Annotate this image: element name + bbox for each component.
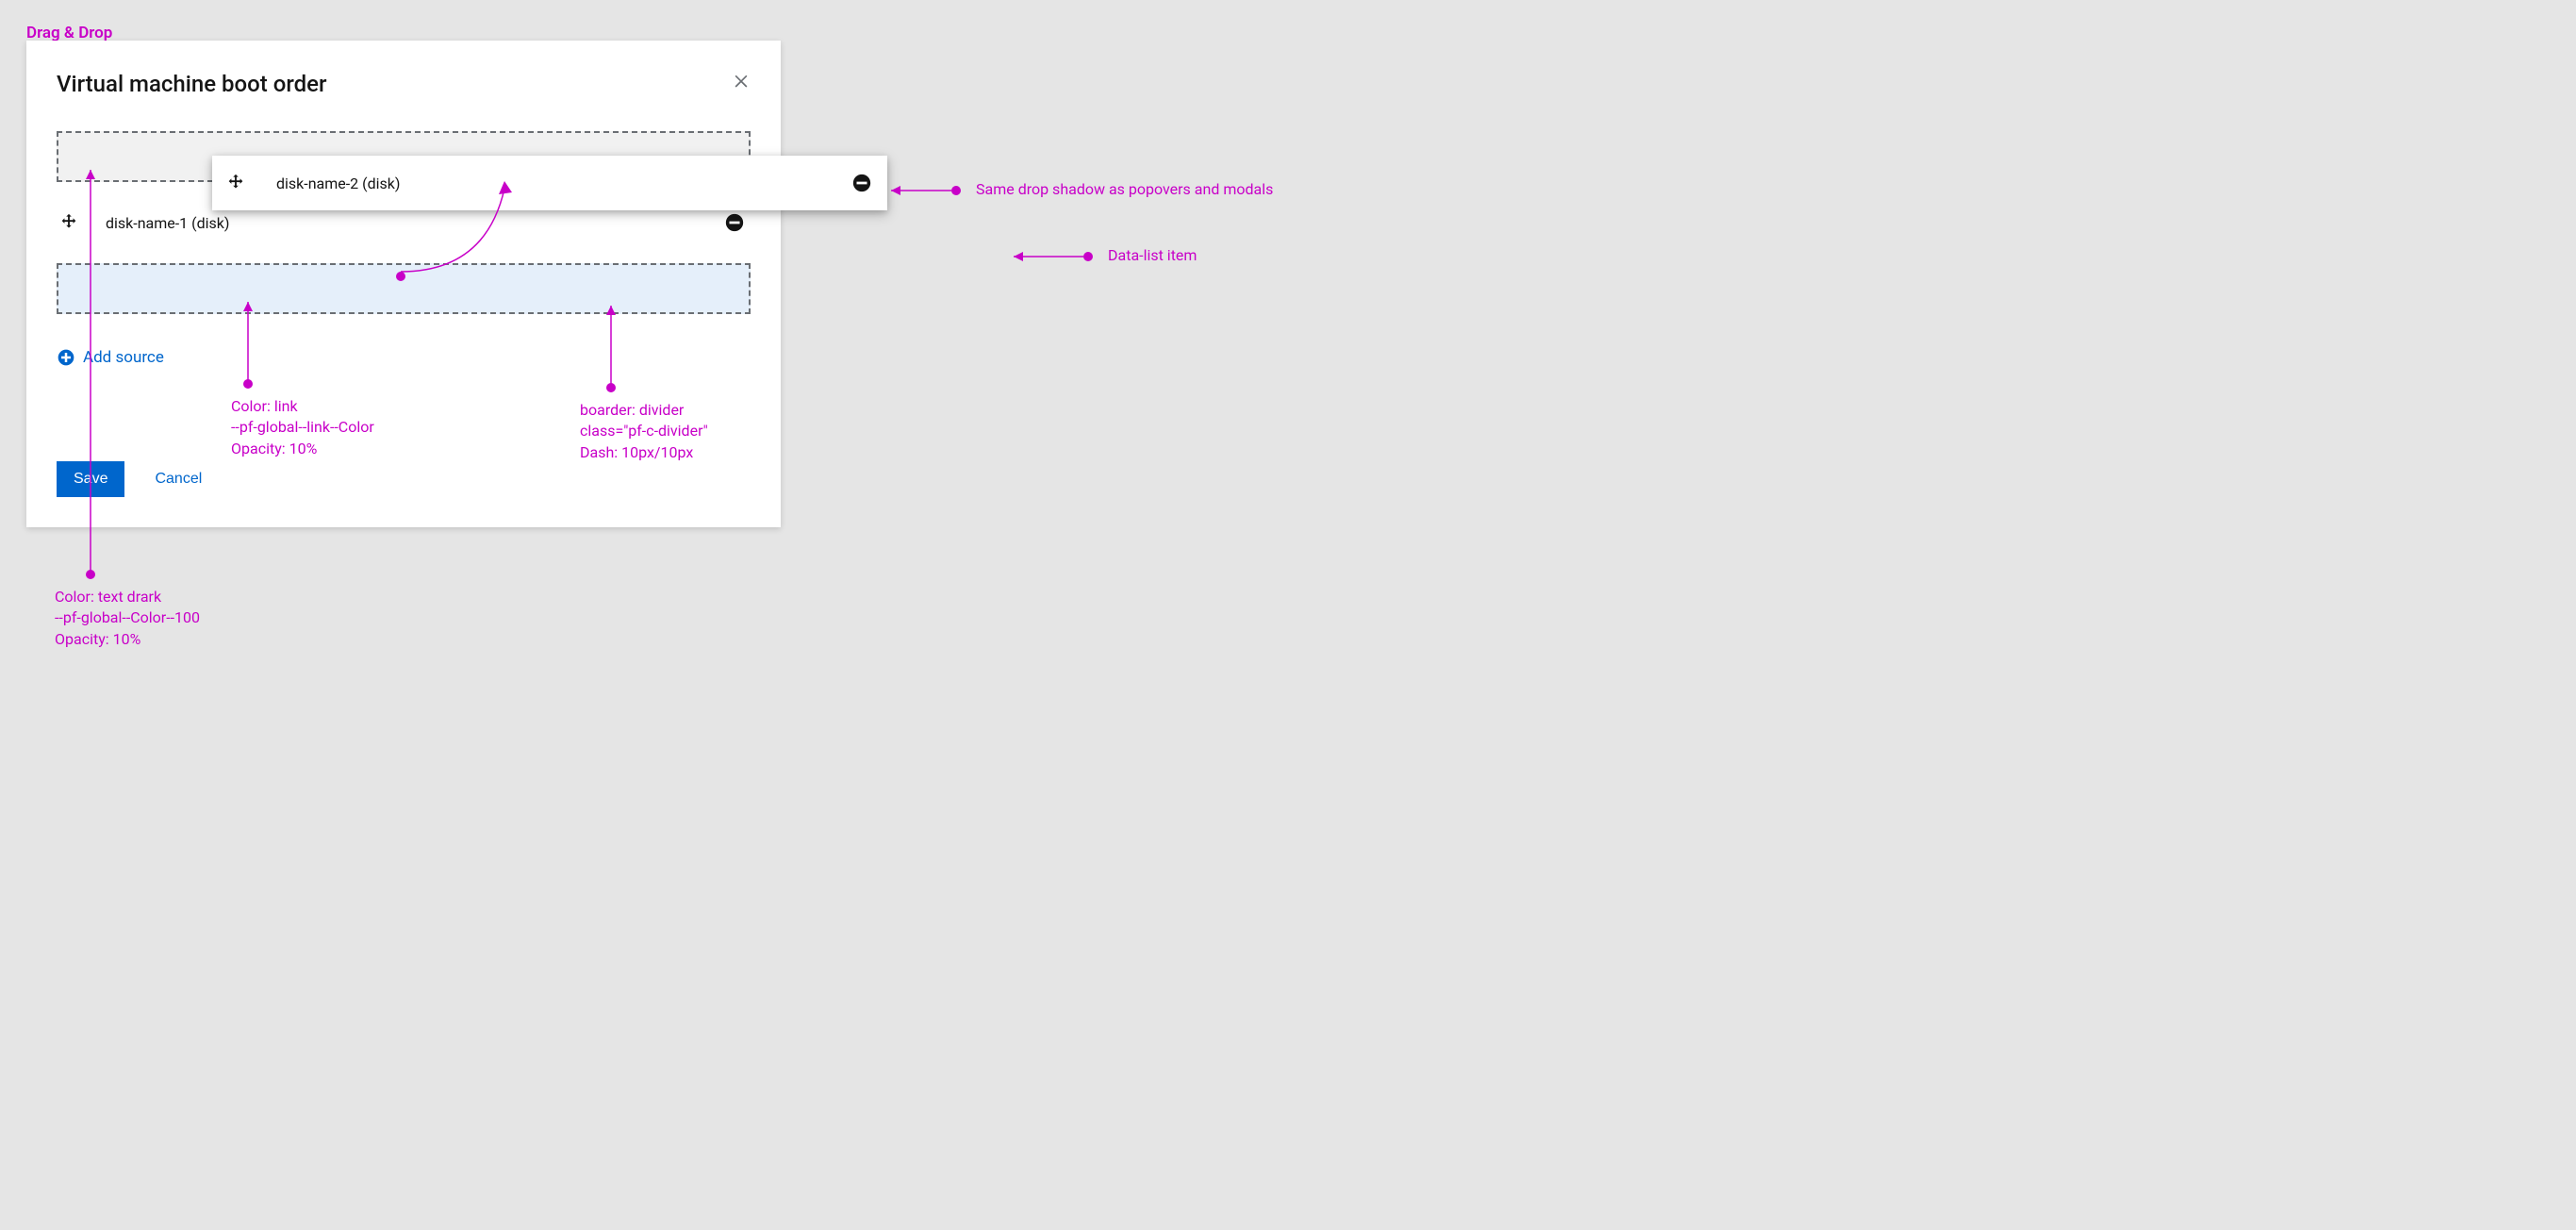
close-icon [732, 71, 751, 90]
drag-handle-icon[interactable] [225, 173, 246, 193]
modal-title: Virtual machine boot order [57, 71, 326, 97]
minus-circle-icon [851, 173, 872, 193]
minus-circle-icon [724, 212, 745, 233]
close-button[interactable] [732, 71, 751, 94]
modal-footer: Save Cancel [57, 461, 751, 497]
modal-header: Virtual machine boot order [57, 71, 751, 97]
dragged-item-label: disk-name-2 (disk) [276, 175, 400, 192]
add-source-button[interactable]: Add source [57, 348, 751, 367]
remove-button[interactable] [724, 212, 745, 233]
cancel-button[interactable]: Cancel [155, 471, 202, 488]
drag-handle-icon[interactable] [58, 212, 79, 233]
list-item-label: disk-name-1 (disk) [106, 214, 229, 232]
section-label: Drag & Drop [26, 24, 112, 42]
remove-button[interactable] [851, 173, 872, 193]
plus-circle-icon [57, 348, 75, 367]
